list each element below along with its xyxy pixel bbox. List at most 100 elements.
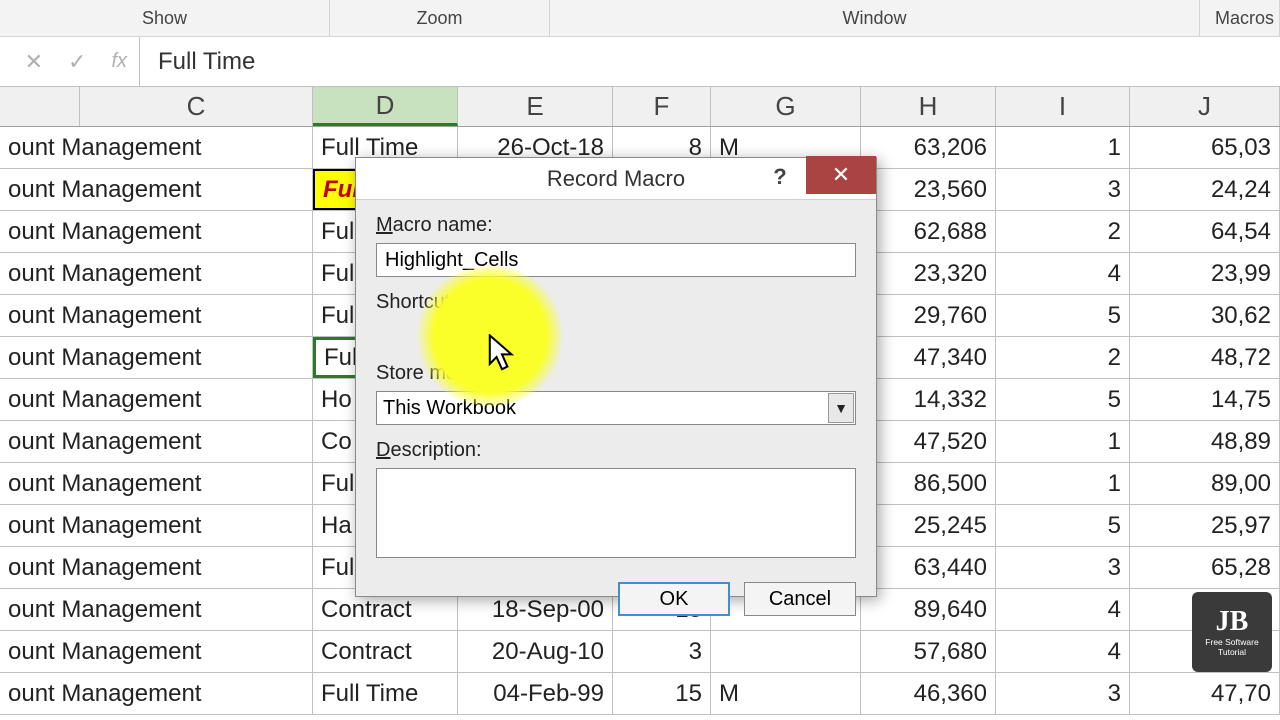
cell[interactable]: 86,500 — [861, 463, 996, 504]
cell[interactable]: 46,360 — [861, 673, 996, 714]
cell[interactable]: 24,24 — [1130, 169, 1280, 210]
cell[interactable]: 3 — [996, 169, 1130, 210]
chevron-down-icon[interactable]: ▼ — [828, 393, 854, 423]
cell[interactable]: ount Management — [0, 589, 313, 630]
col-header-G[interactable]: G — [711, 87, 861, 126]
store-macro-select[interactable] — [376, 391, 856, 425]
cell[interactable]: 14,332 — [861, 379, 996, 420]
cell[interactable]: 5 — [996, 379, 1130, 420]
cell[interactable]: 2 — [996, 211, 1130, 252]
cell[interactable]: ount Management — [0, 547, 313, 588]
cell[interactable]: ount Management — [0, 253, 313, 294]
cell[interactable]: 4 — [996, 253, 1130, 294]
col-header-F[interactable]: F — [613, 87, 711, 126]
cell[interactable]: 89,00 — [1130, 463, 1280, 504]
cell[interactable]: 3 — [613, 631, 711, 672]
cell[interactable]: 1 — [996, 127, 1130, 168]
col-header-C[interactable]: C — [80, 87, 313, 126]
cell[interactable]: ount Management — [0, 421, 313, 462]
cell[interactable]: 48,89 — [1130, 421, 1280, 462]
cell[interactable]: 5 — [996, 505, 1130, 546]
cell[interactable]: 63,440 — [861, 547, 996, 588]
cell[interactable]: 30,62 — [1130, 295, 1280, 336]
store-macro-label: Store macro in: — [376, 362, 856, 385]
dialog-titlebar[interactable]: Record Macro ? ✕ — [356, 158, 876, 200]
cell[interactable]: 15 — [613, 673, 711, 714]
cell[interactable]: 04-Feb-99 — [458, 673, 613, 714]
cell[interactable]: ount Management — [0, 337, 313, 378]
formula-bar: ✕ ✓ fx Full Time — [0, 37, 1280, 87]
cell[interactable]: 2 — [996, 337, 1130, 378]
formula-bar-value[interactable]: Full Time — [140, 48, 255, 76]
cell[interactable]: 4 — [996, 631, 1130, 672]
cell[interactable]: M — [711, 673, 861, 714]
record-macro-dialog: Record Macro ? ✕ Macro name: Shortcut ke… — [355, 157, 877, 597]
cell[interactable]: 62,688 — [861, 211, 996, 252]
description-textarea[interactable] — [376, 468, 856, 558]
cell[interactable]: 4 — [996, 589, 1130, 630]
cell[interactable]: ount Management — [0, 295, 313, 336]
cell[interactable]: 65,03 — [1130, 127, 1280, 168]
col-header-I[interactable]: I — [996, 87, 1130, 126]
cell[interactable]: 47,70 — [1130, 673, 1280, 714]
menu-window[interactable]: Window — [550, 0, 1200, 36]
cell[interactable]: ount Management — [0, 379, 313, 420]
col-header-E[interactable]: E — [458, 87, 613, 126]
col-header-J[interactable]: J — [1130, 87, 1280, 126]
col-header-D[interactable]: D — [313, 87, 458, 126]
shortcut-key-label: Shortcut key: — [376, 291, 856, 314]
cell[interactable]: Full Time — [313, 673, 458, 714]
cell[interactable]: 63,206 — [861, 127, 996, 168]
cell[interactable]: 23,99 — [1130, 253, 1280, 294]
cell[interactable]: ount Management — [0, 463, 313, 504]
cell[interactable]: ount Management — [0, 169, 313, 210]
formula-enter-icon[interactable]: ✓ — [68, 49, 86, 75]
cell[interactable]: 48,72 — [1130, 337, 1280, 378]
cell[interactable]: 65,28 — [1130, 547, 1280, 588]
col-header-H[interactable]: H — [861, 87, 996, 126]
menu-show[interactable]: Show — [0, 0, 330, 36]
column-headers: C D E F G H I J — [0, 87, 1280, 127]
cell[interactable]: 1 — [996, 421, 1130, 462]
macro-name-label: Macro name: — [376, 214, 856, 237]
watermark: JB Free Software Tutorial — [1192, 592, 1272, 672]
ok-button[interactable]: OK — [618, 582, 730, 616]
fx-icon[interactable]: fx — [111, 50, 127, 73]
cell[interactable]: 25,245 — [861, 505, 996, 546]
cell[interactable]: Contract — [313, 631, 458, 672]
formula-cancel-icon[interactable]: ✕ — [25, 49, 43, 75]
cell[interactable]: 64,54 — [1130, 211, 1280, 252]
watermark-logo: JB — [1216, 606, 1249, 638]
menu-zoom[interactable]: Zoom — [330, 0, 550, 36]
cell[interactable]: 57,680 — [861, 631, 996, 672]
cell[interactable]: 3 — [996, 547, 1130, 588]
col-spacer — [0, 87, 80, 126]
cell[interactable] — [711, 631, 861, 672]
cell[interactable]: 89,640 — [861, 589, 996, 630]
cell[interactable]: 5 — [996, 295, 1130, 336]
cell[interactable]: ount Management — [0, 505, 313, 546]
menu-bar: Show Zoom Window Macros — [0, 0, 1280, 37]
cell[interactable]: 1 — [996, 463, 1130, 504]
table-row: ount ManagementFull Time04-Feb-9915M46,3… — [0, 673, 1280, 715]
cell[interactable]: ount Management — [0, 673, 313, 714]
menu-macros[interactable]: Macros — [1200, 0, 1280, 36]
cell[interactable]: 23,320 — [861, 253, 996, 294]
shortcut-key-input[interactable] — [485, 320, 519, 350]
dialog-help-icon[interactable]: ? — [760, 158, 800, 196]
cell[interactable]: ount Management — [0, 127, 313, 168]
dialog-close-button[interactable]: ✕ — [806, 156, 876, 194]
cell[interactable]: 23,560 — [861, 169, 996, 210]
cell[interactable]: 47,520 — [861, 421, 996, 462]
cell[interactable]: 29,760 — [861, 295, 996, 336]
macro-name-input[interactable] — [376, 243, 856, 277]
cell[interactable]: 3 — [996, 673, 1130, 714]
cell[interactable]: 14,75 — [1130, 379, 1280, 420]
cell[interactable]: ount Management — [0, 631, 313, 672]
cell[interactable]: 47,340 — [861, 337, 996, 378]
cancel-button[interactable]: Cancel — [744, 582, 856, 616]
table-row: ount ManagementContract20-Aug-103 57,6804… — [0, 631, 1280, 673]
cell[interactable]: ount Management — [0, 211, 313, 252]
cell[interactable]: 20-Aug-10 — [458, 631, 613, 672]
cell[interactable]: 25,97 — [1130, 505, 1280, 546]
